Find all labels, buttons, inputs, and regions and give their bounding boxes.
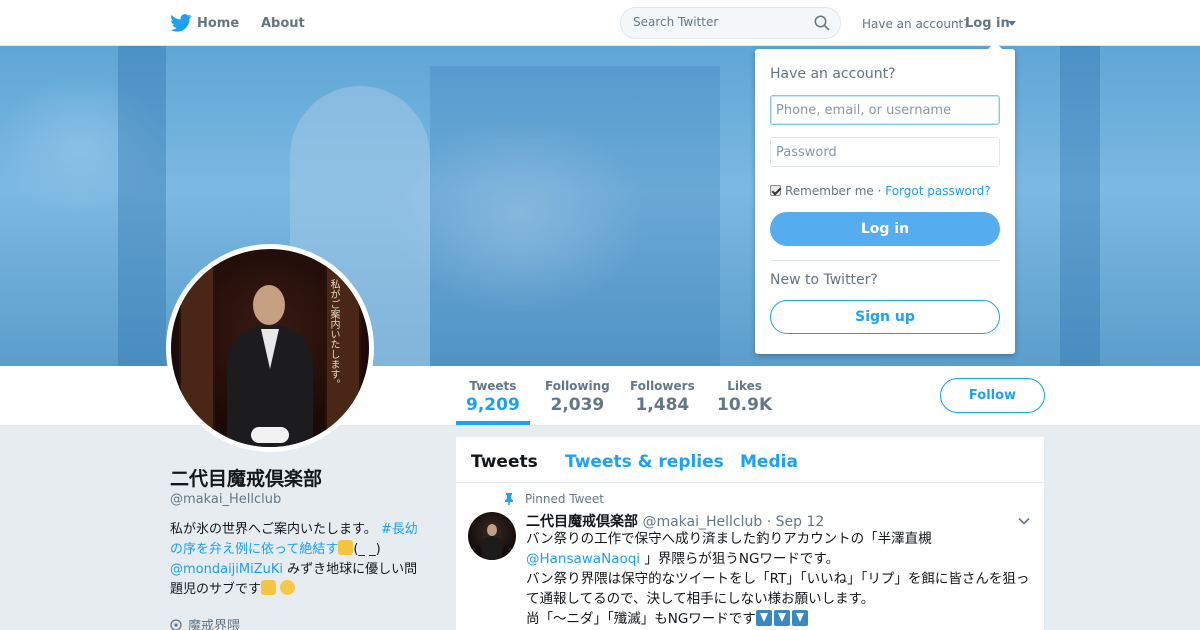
avatar-caption: 私がご案内いたします。 — [328, 279, 339, 389]
profile-bio: 私が氷の世界へご案内いたします。 #長幼の序を弁え例に依って絶結す (_ _) @… — [170, 520, 430, 600]
tweet-text-line: 」界隈らが狙うNGワードです。 — [644, 551, 840, 567]
remember-label[interactable]: Remember me — [785, 184, 874, 198]
top-nav: Home About Have an account? Log in — [0, 0, 1200, 46]
stat-label: Followers — [630, 379, 695, 393]
stat-value: 10.9K — [717, 395, 773, 415]
signup-button[interactable]: Sign up — [770, 300, 1000, 334]
pin-icon — [505, 493, 513, 505]
chevron-down-icon[interactable] — [1008, 21, 1016, 26]
stat-label: Likes — [727, 379, 762, 393]
down-arrow-emoji-icon — [791, 610, 808, 626]
banner-ice-column — [1060, 46, 1100, 366]
twitter-bird-icon[interactable] — [170, 14, 192, 32]
profile-avatar[interactable]: 私がご案内いたします。 — [166, 244, 374, 452]
tweet-text-line: バン祭り界隈は保守的なツイートをし「RT」「いいね」「リプ」を餌に皆さんを狙って… — [526, 571, 1030, 607]
nav-about-link[interactable]: About — [261, 16, 305, 31]
nav-home-link[interactable]: Home — [197, 16, 239, 31]
tweet-text-line: バン祭りの工作で保守へ成り済ました釣りアカウントの「半澤直槻 — [526, 531, 932, 547]
dropdown-title: Have an account? — [770, 66, 896, 82]
pinned-tweet-label: Pinned Tweet — [525, 492, 604, 506]
tab-tweets-replies[interactable]: Tweets & replies — [565, 452, 724, 472]
tweet-avatar-figure-body — [482, 536, 502, 560]
avatar-figure-gloves — [251, 427, 289, 443]
bio-mention-link[interactable]: @mondaijiMiZuKi — [170, 562, 283, 577]
active-stat-underline — [456, 421, 530, 425]
login-dropdown: Have an account? Remember me · Forgot pa… — [755, 42, 1015, 354]
search-input[interactable] — [633, 15, 803, 29]
avatar-door-panel — [179, 259, 215, 439]
down-arrow-emoji-icon — [755, 610, 772, 626]
dropdown-divider — [770, 260, 1000, 261]
tab-media[interactable]: Media — [740, 452, 798, 472]
bio-text: (_ _) — [353, 542, 381, 557]
remember-row: Remember me · Forgot password? — [770, 184, 991, 198]
timeline-tabs: Tweets Tweets & replies Media — [456, 437, 1044, 483]
tweet-separator: · — [766, 514, 772, 530]
location-pin-icon — [170, 619, 182, 630]
password-field[interactable] — [770, 137, 1000, 167]
stat-value: 2,039 — [550, 395, 605, 415]
location-text: 魔戒界隈 — [188, 619, 241, 630]
forgot-password-link[interactable]: Forgot password? — [885, 184, 990, 198]
timeline: Tweets Tweets & replies Media Pinned Twe… — [456, 437, 1044, 630]
stat-label: Tweets — [469, 379, 517, 393]
tab-tweets[interactable]: Tweets — [471, 452, 538, 472]
stat-value: 9,209 — [466, 395, 520, 415]
tweet-avatar[interactable] — [468, 512, 516, 560]
tweet-author-handle[interactable]: @makai_Hellclub — [642, 514, 762, 530]
have-account-label: Have an account? — [862, 17, 970, 31]
tweet-text: バン祭りの工作で保守へ成り済ました釣りアカウントの「半澤直槻 @HansawaN… — [526, 529, 1036, 629]
tweet-author-name[interactable]: 二代目魔戒倶楽部 — [526, 514, 638, 530]
bio-text: 私が氷の世界へご案内いたします。 — [170, 522, 377, 537]
tweet-avatar-figure-head — [487, 524, 497, 536]
remember-checkbox[interactable] — [770, 185, 781, 196]
profile-location: 魔戒界隈 — [170, 615, 240, 630]
tweet-text-line: 尚「～ニダ」「殲滅」もNGワードです — [526, 611, 756, 627]
stat-followers[interactable]: Followers 1,484 — [630, 379, 695, 415]
chevron-down-icon[interactable] — [1018, 517, 1030, 525]
down-arrow-emoji-icon — [773, 610, 790, 626]
tweet-mention-link[interactable]: @HansawaNaoqi — [526, 551, 640, 567]
stat-value: 1,484 — [635, 395, 690, 415]
tweet-date[interactable]: Sep 12 — [776, 514, 825, 530]
tweet-header: 二代目魔戒倶楽部 @makai_Hellclub · Sep 12 — [526, 511, 824, 531]
hand-emoji-icon — [261, 580, 277, 595]
stat-likes[interactable]: Likes 10.9K — [717, 379, 772, 415]
login-menu-link[interactable]: Log in — [965, 16, 1010, 31]
search-icon[interactable] — [814, 15, 830, 31]
avatar-figure-head — [253, 285, 285, 325]
remember-separator: · — [877, 184, 882, 198]
follow-button[interactable]: Follow — [940, 378, 1045, 413]
banner-ice-door — [430, 66, 720, 366]
avatar-image: 私がご案内いたします。 — [171, 249, 369, 447]
stat-label: Following — [545, 379, 610, 393]
search-box[interactable] — [620, 7, 841, 39]
username-field[interactable] — [770, 95, 1000, 125]
profile-handle[interactable]: @makai_Hellclub — [170, 492, 281, 507]
profile-name[interactable]: 二代目魔戒倶楽部 — [170, 464, 322, 491]
login-button[interactable]: Log in — [770, 212, 1000, 246]
grin-emoji-icon — [280, 580, 296, 595]
stat-tweets[interactable]: Tweets 9,209 — [466, 379, 520, 415]
hand-emoji-icon — [338, 540, 354, 555]
stat-following[interactable]: Following 2,039 — [545, 379, 610, 415]
banner-ice-column — [118, 46, 166, 366]
new-to-twitter-label: New to Twitter? — [770, 272, 878, 288]
